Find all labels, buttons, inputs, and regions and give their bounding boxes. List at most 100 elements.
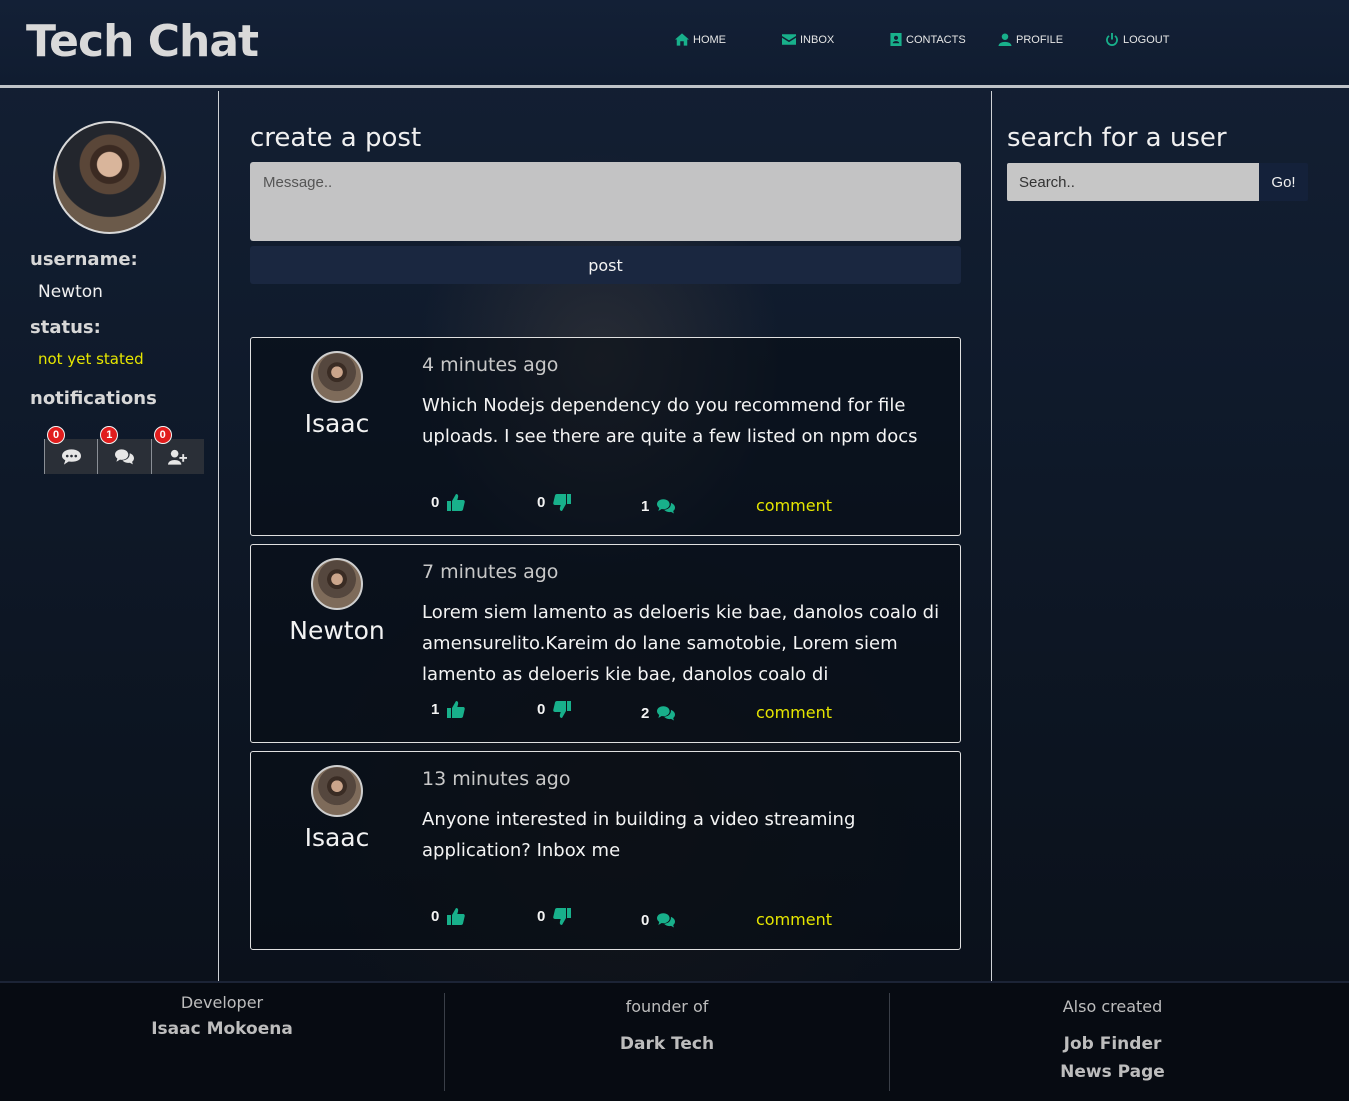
notif-messages-badge: 0 bbox=[47, 426, 65, 444]
also-created-label: Also created bbox=[1062, 997, 1163, 1016]
nav-logout-label: LOGOUT bbox=[1123, 33, 1170, 46]
profile-sidebar: username: Newton status: not yet stated … bbox=[0, 91, 219, 981]
thumbs-up-icon bbox=[447, 701, 466, 718]
thumbs-down-icon bbox=[553, 494, 572, 511]
post-text: Which Nodejs dependency do you recommend… bbox=[422, 395, 918, 447]
footer-founder: founder of Dark Tech bbox=[445, 993, 890, 1091]
thumbs-up-icon bbox=[447, 908, 466, 925]
dislike-count: 0 bbox=[537, 701, 546, 718]
thumbs-up-icon bbox=[447, 494, 466, 511]
nav-profile[interactable]: PROFILE bbox=[998, 33, 1063, 46]
like-count: 1 bbox=[431, 701, 440, 718]
author-avatar[interactable] bbox=[311, 351, 363, 403]
username-value: Newton bbox=[38, 282, 103, 302]
comment-link[interactable]: comment bbox=[756, 910, 832, 929]
dislike-button[interactable]: 0 bbox=[537, 494, 572, 511]
comments-icon bbox=[657, 913, 676, 928]
comments-icon bbox=[114, 448, 134, 464]
comment-link[interactable]: comment bbox=[756, 496, 832, 515]
nav-contacts[interactable]: CONTACTS bbox=[890, 33, 966, 46]
status-label: status: bbox=[30, 317, 101, 338]
top-navbar: Tech Chat HOME INBOX CONTACTS PROFILE LO… bbox=[0, 0, 1349, 88]
comments-icon bbox=[657, 706, 676, 721]
notif-friend-requests-button[interactable]: 0 bbox=[150, 426, 204, 474]
post-timestamp: 4 minutes ago bbox=[422, 354, 559, 376]
comments-count: 0 bbox=[641, 912, 650, 929]
like-button[interactable]: 0 bbox=[431, 908, 466, 925]
dislike-button[interactable]: 0 bbox=[537, 908, 572, 925]
search-title: search for a user bbox=[1007, 123, 1227, 153]
feed-column: create a post post Isaac 4 minutes ago W… bbox=[220, 91, 991, 981]
author-name[interactable]: Isaac bbox=[251, 823, 423, 852]
comment-link[interactable]: comment bbox=[756, 703, 832, 722]
search-column: search for a user Go! bbox=[991, 91, 1349, 981]
nav-contacts-label: CONTACTS bbox=[906, 33, 966, 46]
post-reactions: 1 0 2 bbox=[251, 700, 962, 722]
like-button[interactable]: 1 bbox=[431, 701, 466, 718]
post-card: Newton 7 minutes ago Lorem siem lamento … bbox=[250, 544, 961, 743]
post-text: Anyone interested in building a video st… bbox=[422, 809, 856, 861]
nav-home[interactable]: HOME bbox=[675, 33, 726, 46]
author-name[interactable]: Newton bbox=[251, 616, 423, 645]
post-text: Lorem siem lamento as deloeris kie bae, … bbox=[422, 602, 940, 685]
message-icon bbox=[61, 448, 81, 465]
footer: Developer Isaac Mokoena founder of Dark … bbox=[0, 981, 1349, 1101]
founder-label: founder of bbox=[625, 997, 709, 1016]
like-button[interactable]: 0 bbox=[431, 494, 466, 511]
envelope-icon bbox=[782, 34, 796, 45]
nav-profile-label: PROFILE bbox=[1016, 33, 1064, 46]
author-avatar[interactable] bbox=[311, 765, 363, 817]
notif-friend-requests-badge: 0 bbox=[153, 426, 172, 444]
nav-home-label: HOME bbox=[693, 33, 726, 46]
comments-count-button[interactable]: 2 bbox=[641, 705, 676, 722]
nav-inbox-label: INBOX bbox=[800, 33, 835, 46]
founder-company: Dark Tech bbox=[619, 1034, 715, 1054]
post-reactions: 0 0 1 bbox=[251, 493, 962, 515]
footer-projects: Also created Job Finder News Page bbox=[890, 993, 1335, 1091]
footer-developer: Developer Isaac Mokoena bbox=[0, 993, 445, 1091]
comments-count-button[interactable]: 0 bbox=[641, 912, 676, 929]
project-link-job-finder[interactable]: Job Finder bbox=[890, 1034, 1335, 1054]
search-go-button[interactable]: Go! bbox=[1259, 163, 1308, 201]
author-avatar[interactable] bbox=[311, 558, 363, 610]
home-icon bbox=[675, 33, 689, 46]
thumbs-down-icon bbox=[553, 908, 572, 925]
developer-name: Isaac Mokoena bbox=[151, 1019, 293, 1039]
post-card: Isaac 13 minutes ago Anyone interested i… bbox=[250, 751, 961, 950]
create-post-title: create a post bbox=[250, 123, 422, 153]
author-name[interactable]: Isaac bbox=[251, 409, 423, 438]
thumbs-down-icon bbox=[553, 701, 572, 718]
message-input[interactable] bbox=[250, 162, 961, 241]
user-icon bbox=[998, 33, 1012, 46]
dislike-button[interactable]: 0 bbox=[537, 701, 572, 718]
status-value: not yet stated bbox=[38, 350, 144, 368]
nav-logout[interactable]: LOGOUT bbox=[1105, 33, 1169, 46]
notifications-label: notifications bbox=[30, 388, 157, 409]
post-card: Isaac 4 minutes ago Which Nodejs depende… bbox=[250, 337, 961, 536]
notif-messages-button[interactable]: 0 bbox=[44, 426, 98, 474]
post-reactions: 0 0 0 bbox=[251, 907, 962, 929]
post-timestamp: 7 minutes ago bbox=[422, 561, 559, 583]
notifications-bar: 0 1 0 bbox=[44, 426, 204, 474]
post-button[interactable]: post bbox=[250, 246, 961, 284]
comments-count: 2 bbox=[641, 705, 650, 722]
notif-comments-button[interactable]: 1 bbox=[97, 426, 151, 474]
dislike-count: 0 bbox=[537, 908, 546, 925]
main-nav: HOME INBOX CONTACTS PROFILE LOGOUT bbox=[0, 33, 1349, 49]
user-search-input[interactable] bbox=[1007, 163, 1259, 201]
notif-comments-badge: 1 bbox=[100, 426, 119, 444]
power-icon bbox=[1106, 33, 1118, 46]
add-user-icon bbox=[168, 449, 188, 465]
project-link-news-page[interactable]: News Page bbox=[890, 1062, 1335, 1082]
comments-count-button[interactable]: 1 bbox=[641, 498, 676, 515]
comments-count: 1 bbox=[641, 498, 650, 515]
comments-icon bbox=[657, 499, 676, 514]
like-count: 0 bbox=[431, 494, 440, 511]
post-timestamp: 13 minutes ago bbox=[422, 768, 571, 790]
developer-label: Developer bbox=[180, 993, 264, 1012]
dislike-count: 0 bbox=[537, 494, 546, 511]
nav-inbox[interactable]: INBOX bbox=[782, 33, 834, 46]
profile-avatar[interactable] bbox=[53, 121, 166, 234]
username-label: username: bbox=[30, 249, 138, 270]
address-book-icon bbox=[890, 33, 902, 46]
